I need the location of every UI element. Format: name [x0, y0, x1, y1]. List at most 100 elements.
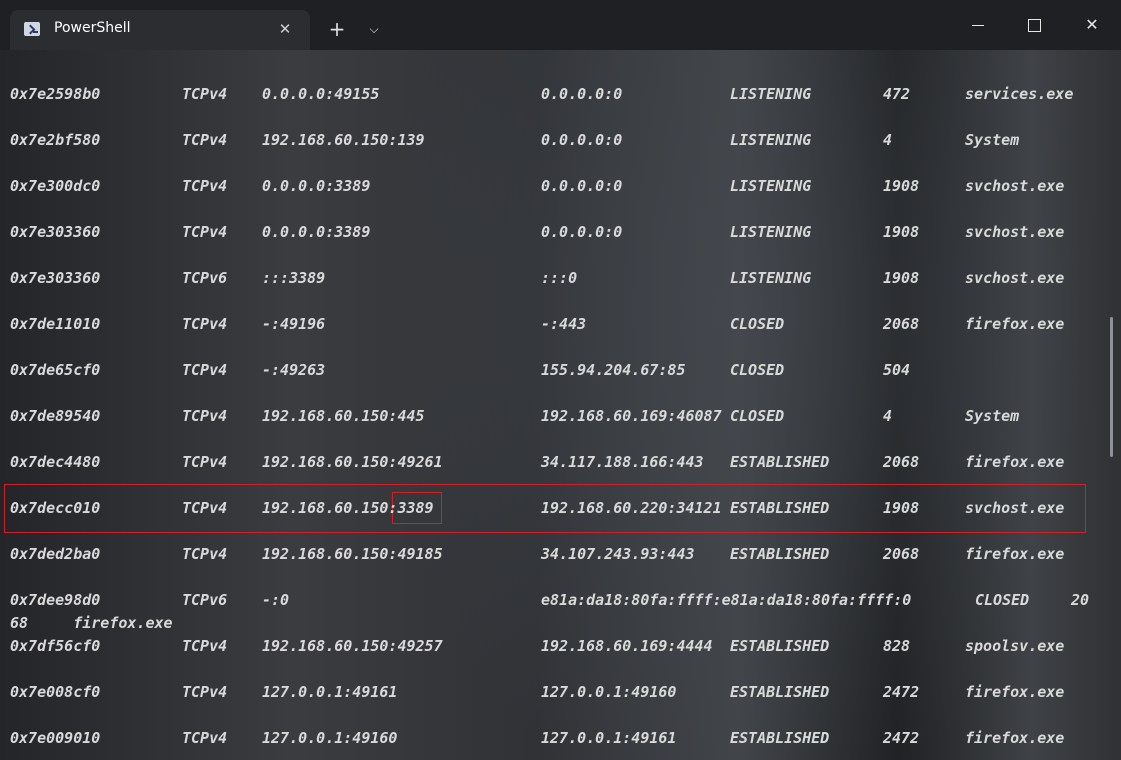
cell-offset: 0x7df56cf0 — [10, 637, 101, 655]
cell-owner: firefox.exe — [965, 315, 1065, 333]
cell-state: LISTENING — [730, 85, 812, 103]
cell-local: 192.168.60.150:3389 — [262, 499, 434, 517]
cell-proto: TCPv6 — [182, 269, 228, 287]
cell-state: ESTABLISHED — [730, 683, 830, 701]
cell-pid: 4 — [883, 131, 893, 149]
tab-title: PowerShell — [54, 20, 131, 36]
cell-local: 192.168.60.150:445 — [262, 407, 425, 425]
title-bar: PowerShell ✕ + ⌵ ✕ — [0, 0, 1121, 50]
cell-proto: TCPv4 — [182, 499, 228, 517]
new-tab-button[interactable]: + — [326, 18, 348, 40]
cell-foreign: 127.0.0.1:49161 — [541, 729, 677, 747]
cell-foreign: 192.168.60.220:34121 — [541, 499, 722, 517]
terminal-output[interactable]: 0x7e2598b0 TCPv4 0.0.0.0:49155 0.0.0.0:0 LIS… — [0, 50, 1121, 760]
cell-pid: 2068 — [883, 315, 920, 333]
maximize-button[interactable] — [1016, 10, 1052, 40]
cell-pid: 504 — [883, 361, 911, 379]
cell-proto: TCPv4 — [182, 131, 228, 149]
cell-state: CLOSED — [730, 315, 785, 333]
cell-foreign: 192.168.60.169:46087 — [541, 407, 722, 425]
cell-local: 127.0.0.1:49161 — [262, 683, 398, 701]
cell-pid: 2472 — [883, 729, 920, 747]
tab-powershell[interactable]: PowerShell ✕ — [10, 10, 310, 50]
cell-pid: 472 — [883, 85, 911, 103]
cell-owner: svchost.exe — [965, 177, 1065, 195]
cell-pid: 1908 — [883, 223, 920, 241]
cell-pid: 2068 — [883, 545, 920, 563]
cell-local: 0.0.0.0:3389 — [262, 177, 371, 195]
cell-offset: 0x7e300dc0 — [10, 177, 101, 195]
cell-proto: TCPv4 — [182, 729, 228, 747]
cell-state: LISTENING — [730, 177, 812, 195]
cell-foreign: 0.0.0.0:0 — [541, 85, 623, 103]
cell-local: 127.0.0.1:49160 — [262, 729, 398, 747]
cell-local: 0.0.0.0:49155 — [262, 85, 380, 103]
cell-owner: firefox.exe — [965, 453, 1065, 471]
cell-owner: spoolsv.exe — [965, 637, 1065, 655]
cell-local: 192.168.60.150:49261 — [262, 453, 443, 471]
cell-foreign: 0.0.0.0:0 — [541, 177, 623, 195]
cell-owner: firefox.exe — [965, 545, 1065, 563]
cell-proto: TCPv4 — [182, 637, 228, 655]
cell-offset: 0x7de11010 — [10, 315, 101, 333]
cell-pid: 828 — [883, 637, 911, 655]
cell-local: 192.168.60.150:49185 — [262, 545, 443, 563]
minimize-icon — [972, 25, 984, 26]
cell-owner: svchost.exe — [965, 499, 1065, 517]
cell-owner: svchost.exe — [965, 269, 1065, 287]
cell-foreign: 127.0.0.1:49160 — [541, 683, 677, 701]
cell-foreign: 192.168.60.169:4444 — [541, 637, 713, 655]
chevron-down-icon[interactable]: ⌵ — [366, 22, 382, 36]
cell-owner: firefox.exe — [965, 729, 1065, 747]
cell-pid: 4 — [883, 407, 893, 425]
cell-foreign: 0.0.0.0:0 — [541, 131, 623, 149]
cell-proto: TCPv4 — [182, 223, 228, 241]
cell-proto: TCPv4 — [182, 85, 228, 103]
cell-foreign: 34.117.188.166:443 — [541, 453, 704, 471]
cell-foreign: :::0 — [541, 269, 578, 287]
cell-state: LISTENING — [730, 131, 812, 149]
cell-foreign: -:443 — [541, 315, 587, 333]
powershell-icon — [24, 22, 40, 36]
cell-foreign: e81a:da18:80fa:ffff:e81a:da18:80fa:ffff:… — [541, 591, 912, 609]
cell-proto: TCPv4 — [182, 407, 228, 425]
cell-wrapped-continuation: 68 firefox.exe — [10, 614, 173, 632]
cell-pid: 20 — [1071, 591, 1090, 609]
cell-offset: 0x7e303360 — [10, 223, 101, 241]
scrollbar-thumb[interactable] — [1110, 317, 1113, 457]
cell-state: LISTENING — [730, 223, 812, 241]
cell-offset: 0x7dee98d0 — [10, 591, 101, 609]
cell-foreign: 34.107.243.93:443 — [541, 545, 695, 563]
cell-local: :::3389 — [262, 269, 326, 287]
cell-owner: svchost.exe — [965, 223, 1065, 241]
close-tab-icon[interactable]: ✕ — [275, 19, 295, 39]
close-window-button[interactable]: ✕ — [1074, 10, 1110, 40]
cell-state: ESTABLISHED — [730, 729, 830, 747]
cell-local: -:0 — [262, 591, 290, 609]
cell-offset: 0x7e2bf580 — [10, 131, 101, 149]
cell-proto: TCPv4 — [182, 453, 228, 471]
cell-state: CLOSED — [975, 591, 1030, 609]
minimize-button[interactable] — [960, 10, 996, 40]
cell-local: -:49263 — [262, 361, 326, 379]
cell-offset: 0x7e009010 — [10, 729, 101, 747]
cell-state: CLOSED — [730, 361, 785, 379]
cell-offset: 0x7de65cf0 — [10, 361, 101, 379]
cell-offset: 0x7de89540 — [10, 407, 101, 425]
cell-local: -:49196 — [262, 315, 326, 333]
cell-state: ESTABLISHED — [730, 453, 830, 471]
cell-offset: 0x7e303360 — [10, 269, 101, 287]
cell-offset: 0x7e2598b0 — [10, 85, 101, 103]
cell-offset: 0x7ded2ba0 — [10, 545, 101, 563]
cell-proto: TCPv4 — [182, 545, 228, 563]
cell-proto: TCPv6 — [182, 591, 228, 609]
cell-owner: System — [965, 407, 1020, 425]
cell-pid: 2472 — [883, 683, 920, 701]
cell-local: 0.0.0.0:3389 — [262, 223, 371, 241]
cell-pid: 2068 — [883, 453, 920, 471]
cell-owner: System — [965, 131, 1020, 149]
cell-owner: services.exe — [965, 85, 1074, 103]
cell-foreign: 155.94.204.67:85 — [541, 361, 686, 379]
maximize-icon — [1027, 19, 1041, 32]
cell-state: ESTABLISHED — [730, 637, 830, 655]
